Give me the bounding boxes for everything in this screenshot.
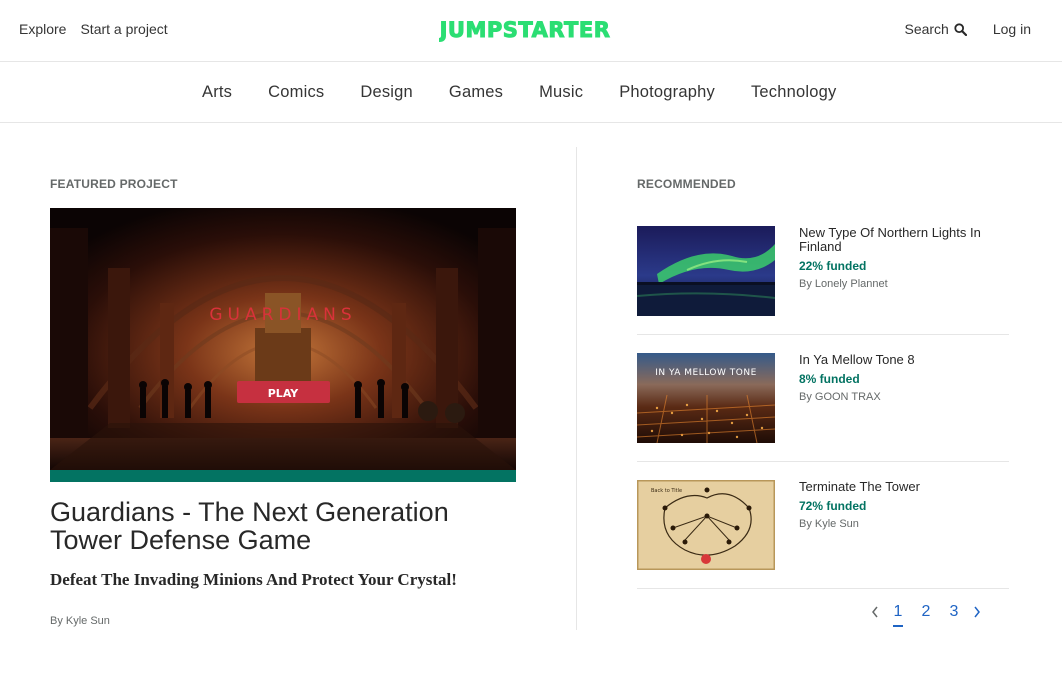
recommended-funded: 72% funded	[799, 499, 867, 513]
search-label: Search	[904, 21, 949, 37]
chevron-right-icon	[974, 606, 980, 618]
category-arts[interactable]: Arts	[202, 83, 232, 102]
search-icon	[954, 22, 967, 36]
category-nav: Arts Comics Design Games Music Photograp…	[0, 62, 1062, 123]
explore-link[interactable]: Explore	[19, 21, 66, 37]
start-project-link[interactable]: Start a project	[80, 21, 167, 37]
search-button[interactable]: Search	[904, 21, 967, 37]
recommended-funded: 22% funded	[799, 259, 867, 273]
featured-image-title: GUARDIANS	[209, 305, 356, 325]
recommended-creator[interactable]: By Kyle Sun	[799, 518, 859, 530]
primary-links: Explore Start a project	[19, 21, 168, 37]
category-games[interactable]: Games	[449, 83, 503, 102]
page-3-link[interactable]: 3	[940, 603, 968, 621]
page-1-link[interactable]: 1	[884, 603, 912, 627]
thumbnail-title: IN YA MELLOW TONE	[655, 368, 757, 378]
recommended-item[interactable]: IN YA MELLOW TONE In Ya Mellow Tone 8 8%…	[637, 353, 1009, 462]
category-music[interactable]: Music	[539, 83, 583, 102]
featured-blurb: Defeat The Invading Minions And Protect …	[50, 570, 457, 589]
login-link[interactable]: Log in	[993, 21, 1031, 37]
prev-page-button[interactable]	[866, 602, 884, 622]
recommended-thumbnail[interactable]: Back to Title	[637, 480, 775, 570]
recommended-title[interactable]: New Type Of Northern Lights In Finland	[799, 226, 1005, 254]
featured-creator[interactable]: By Kyle Sun	[50, 615, 110, 627]
category-photography[interactable]: Photography	[619, 83, 715, 102]
featured-section-label: FEATURED PROJECT	[50, 177, 178, 191]
recommended-thumbnail[interactable]: IN YA MELLOW TONE	[637, 353, 775, 443]
jumpstarter-logo[interactable]: JUMPSTARTER	[439, 15, 611, 43]
recommended-creator[interactable]: By GOON TRAX	[799, 391, 881, 403]
recommended-creator[interactable]: By Lonely Plannet	[799, 278, 888, 290]
category-comics[interactable]: Comics	[268, 83, 324, 102]
account-links: Search Log in	[904, 21, 1031, 37]
top-header: Explore Start a project JUMPSTARTER Sear…	[0, 0, 1062, 62]
recommended-funded: 8% funded	[799, 372, 860, 386]
pagination: 1 2 3	[866, 598, 986, 627]
recommended-item[interactable]: New Type Of Northern Lights In Finland 2…	[637, 226, 1009, 335]
play-button-text: PLAY	[268, 387, 300, 400]
featured-project-image[interactable]: GUARDIANS PLAY	[50, 208, 516, 470]
category-design[interactable]: Design	[360, 83, 413, 102]
featured-progress-bar	[50, 470, 516, 482]
next-page-button[interactable]	[968, 602, 986, 622]
recommended-title[interactable]: In Ya Mellow Tone 8	[799, 353, 1005, 367]
recommended-title[interactable]: Terminate The Tower	[799, 480, 1005, 494]
recommended-section-label: RECOMMENDED	[637, 177, 736, 191]
column-divider	[576, 147, 577, 630]
page-2-link[interactable]: 2	[912, 603, 940, 621]
featured-title[interactable]: Guardians - The Next Generation Tower De…	[50, 498, 520, 554]
featured-progress-fill	[50, 470, 516, 482]
thumbnail-back-label: Back to Title	[651, 488, 682, 494]
recommended-item[interactable]: Back to Title Terminate The Tower 72% fu…	[637, 480, 1009, 589]
recommended-thumbnail[interactable]	[637, 226, 775, 316]
category-technology[interactable]: Technology	[751, 83, 836, 102]
logo-text: JUMPSTARTER	[439, 18, 610, 42]
chevron-left-icon	[872, 606, 878, 618]
